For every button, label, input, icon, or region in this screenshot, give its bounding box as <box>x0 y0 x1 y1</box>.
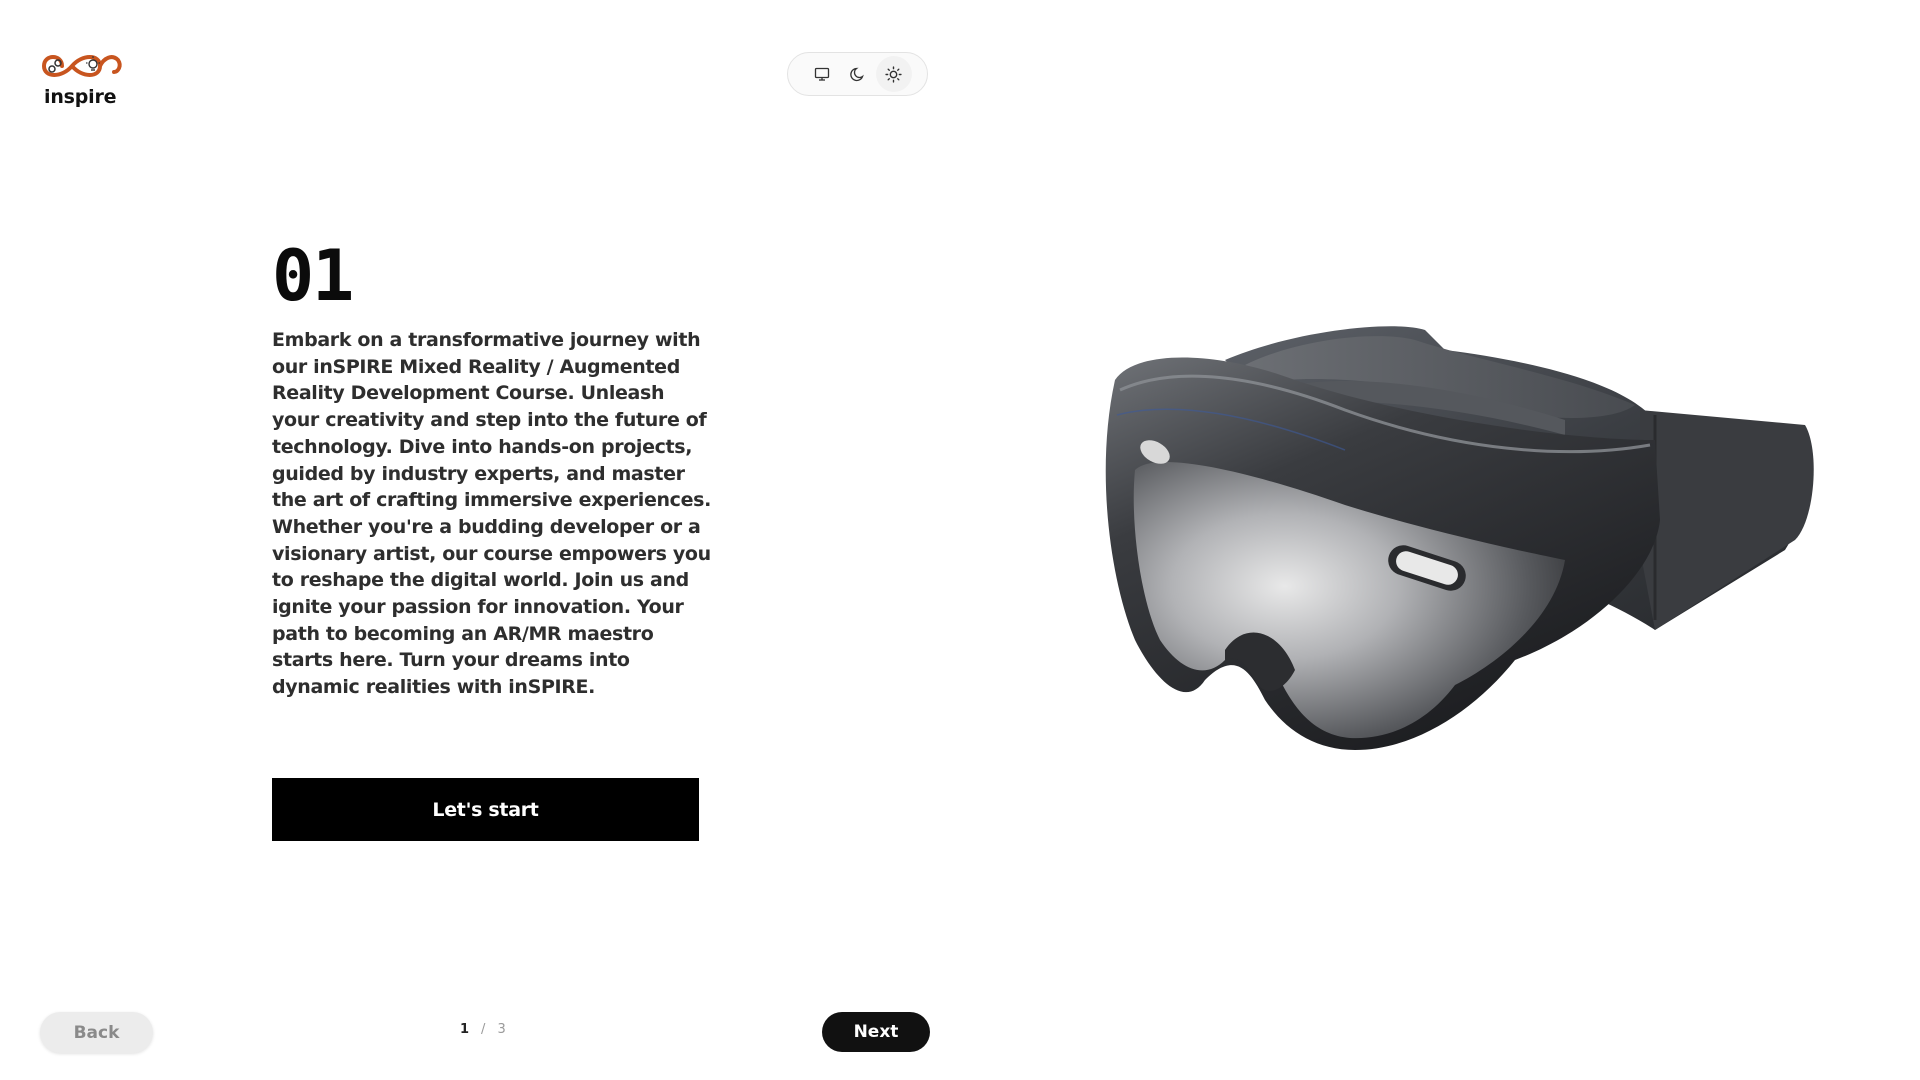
monitor-icon <box>814 67 829 81</box>
sun-icon <box>885 65 902 83</box>
slide-description: Embark on a transformative journey with … <box>272 329 711 699</box>
page-separator: / <box>481 1022 486 1037</box>
next-button[interactable]: Next <box>822 1012 930 1052</box>
total-pages: 3 <box>497 1022 506 1037</box>
lets-start-button[interactable]: Let's start <box>272 778 699 841</box>
theme-switcher <box>787 52 928 96</box>
vr-headset-image <box>1105 326 1814 750</box>
page-indicator: 1 / 3 <box>460 1022 506 1037</box>
theme-system-button[interactable] <box>813 65 831 83</box>
current-page: 1 <box>460 1022 470 1037</box>
theme-dark-button[interactable] <box>849 65 867 83</box>
logo-text: inspire <box>44 86 117 108</box>
infinity-logo-icon <box>41 55 122 77</box>
back-button[interactable]: Back <box>40 1012 153 1053</box>
step-number: 01 <box>272 235 354 317</box>
brand-logo[interactable]: inspire <box>40 44 130 108</box>
theme-light-button[interactable] <box>885 65 903 83</box>
moon-icon <box>849 67 864 82</box>
